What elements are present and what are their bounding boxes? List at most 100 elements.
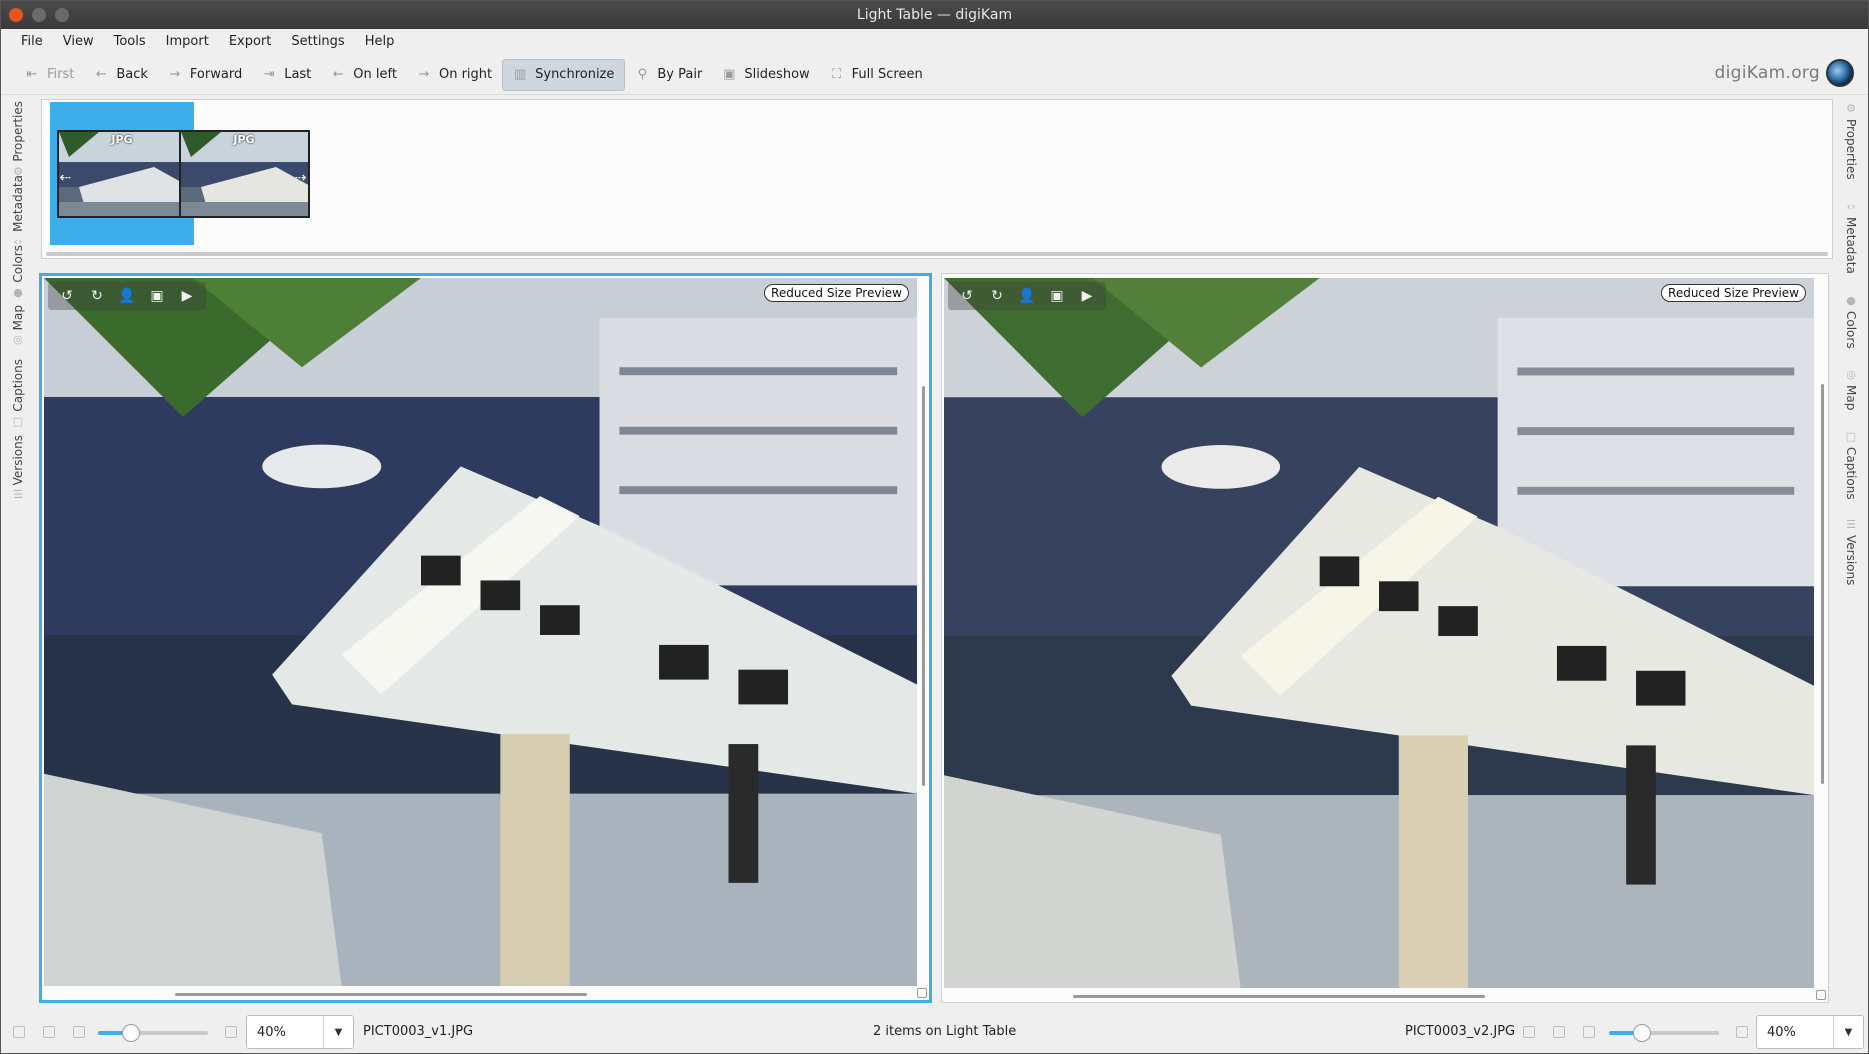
menu-bar: File View Tools Import Export Settings H… <box>1 29 1868 54</box>
ship-photo-graphic <box>44 278 917 986</box>
title-bar: Light Table — digiKam <box>1 1 1868 29</box>
left-tab-colors[interactable]: Colors ● <box>3 245 33 303</box>
close-window-button[interactable] <box>9 8 23 22</box>
by-pair-toggle[interactable]: ⚲ By Pair <box>625 59 712 91</box>
left-vertical-scrollbar[interactable] <box>922 386 925 786</box>
right-zoom-combo[interactable]: 40% ▼ <box>1756 1015 1864 1049</box>
right-tab-captions[interactable]: □ Captions <box>1836 427 1866 500</box>
versions-icon: ☰ <box>13 488 23 502</box>
play-icon[interactable]: ▶ <box>172 282 202 310</box>
menu-help[interactable]: Help <box>355 34 405 49</box>
left-horizontal-scrollbar[interactable] <box>175 993 587 996</box>
right-preview-image[interactable]: ↺ ↻ 👤 ▣ ▶ Reduced Size Preview <box>944 278 1814 988</box>
properties-icon: ⚙ <box>1846 102 1856 115</box>
maximize-window-button[interactable] <box>55 8 69 22</box>
minimize-window-button[interactable] <box>32 8 46 22</box>
slideshow-button[interactable]: ▣ Slideshow <box>712 59 819 91</box>
ship-photo-graphic <box>944 278 1814 988</box>
last-arrow-icon: ⇥ <box>263 67 275 82</box>
right-vertical-scrollbar[interactable] <box>1821 384 1824 784</box>
captions-icon: □ <box>12 414 24 428</box>
right-zoom-actual-icon[interactable] <box>1553 1026 1565 1038</box>
face-list-icon[interactable]: ▣ <box>142 282 172 310</box>
face-tag-icon[interactable]: 👤 <box>1012 282 1042 310</box>
left-zoom-out-icon[interactable] <box>73 1026 85 1038</box>
left-file-name: PICT0003_v1.JPG <box>363 1024 474 1039</box>
rotate-left-icon[interactable]: ↺ <box>52 282 82 310</box>
status-bar: 40% ▼ PICT0003_v1.JPG 2 items on Light T… <box>1 1011 1868 1053</box>
left-tab-metadata[interactable]: Metadata ‹› <box>3 175 33 252</box>
full-screen-button[interactable]: ⛶ Full Screen <box>820 59 933 91</box>
menu-file[interactable]: File <box>11 34 53 49</box>
back-arrow-icon: ← <box>95 67 107 82</box>
right-file-name: PICT0003_v2.JPG <box>1405 1024 1516 1039</box>
right-tab-metadata[interactable]: ‹› Metadata <box>1836 197 1866 274</box>
metadata-icon: ‹› <box>1846 200 1856 213</box>
left-fit-window-icon[interactable] <box>13 1026 25 1038</box>
map-icon: ◎ <box>1846 368 1856 381</box>
menu-import[interactable]: Import <box>156 34 219 49</box>
captions-icon: □ <box>1845 430 1857 443</box>
thumbnail-scrollbar[interactable] <box>46 252 1828 256</box>
right-zoom-slider[interactable] <box>1609 1024 1719 1042</box>
right-zoom-corner-icon[interactable] <box>1816 990 1826 1000</box>
right-zoom-out-icon[interactable] <box>1583 1026 1595 1038</box>
right-preview-toolbar: ↺ ↻ 👤 ▣ ▶ <box>948 282 1106 310</box>
right-zoom-in-icon[interactable] <box>1736 1026 1748 1038</box>
right-tab-map[interactable]: ◎ Map <box>1836 365 1866 411</box>
digikam-brand[interactable]: digiKam.org <box>1715 59 1854 87</box>
menu-tools[interactable]: Tools <box>104 34 156 49</box>
by-pair-icon: ⚲ <box>637 67 648 82</box>
menu-view[interactable]: View <box>53 34 104 49</box>
synchronize-icon: ▥ <box>513 67 527 82</box>
on-left-icon: ← <box>332 67 344 82</box>
left-zoom-combo[interactable]: 40% ▼ <box>246 1015 354 1049</box>
light-table-window: Light Table — digiKam File View Tools Im… <box>0 0 1869 1054</box>
right-tab-colors[interactable]: ● Colors <box>1836 291 1866 349</box>
left-preview-toolbar: ↺ ↻ 👤 ▣ ▶ <box>48 282 206 310</box>
rotate-right-icon[interactable]: ↻ <box>982 282 1012 310</box>
left-tab-captions[interactable]: Captions □ <box>3 359 33 432</box>
reduced-size-preview-badge: Reduced Size Preview <box>1661 284 1806 302</box>
right-marker-icon: ⇢ <box>294 169 307 186</box>
right-zoom-slider-handle[interactable] <box>1633 1024 1651 1042</box>
left-preview-pane[interactable]: ↺ ↻ 👤 ▣ ▶ Reduced Size Preview <box>39 273 932 1003</box>
first-arrow-icon: ⇤ <box>26 67 38 82</box>
synchronize-toggle[interactable]: ▥ Synchronize <box>502 58 626 91</box>
reduced-size-preview-badge: Reduced Size Preview <box>764 284 909 302</box>
right-preview-pane[interactable]: ↺ ↻ 👤 ▣ ▶ Reduced Size Preview <box>941 273 1829 1003</box>
left-tab-map[interactable]: Map ◎ <box>3 305 33 350</box>
left-preview-image[interactable]: ↺ ↻ 👤 ▣ ▶ Reduced Size Preview <box>44 278 917 986</box>
right-horizontal-scrollbar[interactable] <box>1073 995 1485 998</box>
on-right-button[interactable]: → On right <box>407 59 502 91</box>
thumbnail-pict0003-v2[interactable]: JPG ⇢ <box>172 102 316 245</box>
face-list-icon[interactable]: ▣ <box>1042 282 1072 310</box>
play-icon[interactable]: ▶ <box>1072 282 1102 310</box>
left-zoom-in-icon[interactable] <box>225 1026 237 1038</box>
left-tab-versions[interactable]: Versions ☰ <box>3 435 33 505</box>
left-marker-icon: ⇠ <box>59 169 72 186</box>
face-tag-icon[interactable]: 👤 <box>112 282 142 310</box>
right-tab-versions[interactable]: ☰ Versions <box>1836 515 1866 586</box>
right-tab-properties[interactable]: ⚙ Properties <box>1836 99 1866 180</box>
forward-button[interactable]: → Forward <box>158 59 252 91</box>
full-screen-icon: ⛶ <box>832 67 842 82</box>
on-left-button[interactable]: ← On left <box>321 59 407 91</box>
rotate-left-icon[interactable]: ↺ <box>952 282 982 310</box>
menu-settings[interactable]: Settings <box>281 34 354 49</box>
last-button[interactable]: ⇥ Last <box>252 59 321 91</box>
right-fit-window-icon[interactable] <box>1523 1026 1535 1038</box>
left-zoom-corner-icon[interactable] <box>917 988 927 998</box>
rotate-right-icon[interactable]: ↻ <box>82 282 112 310</box>
forward-arrow-icon: → <box>169 67 181 82</box>
menu-export[interactable]: Export <box>219 34 282 49</box>
back-button[interactable]: ← Back <box>84 59 158 91</box>
chevron-down-icon[interactable]: ▼ <box>323 1016 353 1048</box>
light-table-count: 2 items on Light Table <box>873 1024 1017 1039</box>
left-tab-properties[interactable]: Properties ⚙ <box>3 101 33 182</box>
chevron-down-icon[interactable]: ▼ <box>1833 1016 1863 1048</box>
first-button[interactable]: ⇤ First <box>15 59 84 91</box>
left-zoom-actual-icon[interactable] <box>43 1026 55 1038</box>
left-zoom-slider[interactable] <box>98 1024 208 1042</box>
left-zoom-slider-handle[interactable] <box>122 1024 140 1042</box>
